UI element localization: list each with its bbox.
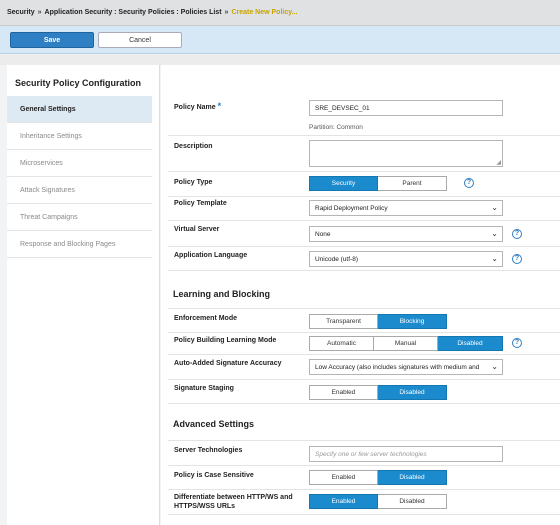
save-button[interactable]: Save xyxy=(10,32,94,48)
virtual-server-select[interactable]: None ⌄ xyxy=(309,226,503,242)
required-asterisk: * xyxy=(217,101,222,111)
sidebar-item-attack-signatures[interactable]: Attack Signatures xyxy=(7,177,152,204)
main-panel: Policy Name * SRE_DEVSEC_01 Partition: C… xyxy=(161,65,560,525)
sidebar-item-response-blocking-pages[interactable]: Response and Blocking Pages xyxy=(7,231,152,258)
description-textarea[interactable]: ◢ xyxy=(309,140,503,167)
resize-grip-icon[interactable]: ◢ xyxy=(496,159,501,166)
section-title-learning-blocking: Learning and Blocking xyxy=(173,289,271,299)
signature-accuracy-row: Auto-Added Signature Accuracy Low Accura… xyxy=(168,355,560,380)
question-circle-icon[interactable]: ? xyxy=(464,178,474,188)
breadcrumb-security[interactable]: Security xyxy=(7,9,35,16)
learning-mode-manual[interactable]: Manual xyxy=(374,336,438,351)
learning-mode-automatic[interactable]: Automatic xyxy=(309,336,374,351)
differentiate-enabled[interactable]: Enabled xyxy=(309,494,378,509)
chevron-down-icon: ⌄ xyxy=(491,362,498,371)
signature-staging-disabled[interactable]: Disabled xyxy=(378,385,447,400)
sidebar-item-general-settings[interactable]: General Settings xyxy=(7,96,152,123)
policy-template-row: Policy Template Rapid Deployment Policy ⌄ xyxy=(168,197,560,221)
breadcrumb-current: Create New Policy... xyxy=(231,9,298,16)
description-label: Description xyxy=(174,143,213,150)
breadcrumb-policies-list[interactable]: Application Security : Security Policies… xyxy=(45,9,222,16)
learning-mode-disabled[interactable]: Disabled xyxy=(438,336,503,351)
differentiate-urls-row: Differentiate between HTTP/WS and HTTPS/W… xyxy=(168,490,560,515)
sidebar-item-microservices[interactable]: Microservices xyxy=(7,150,152,177)
differentiate-disabled[interactable]: Disabled xyxy=(378,494,447,509)
enforcement-mode-label: Enforcement Mode xyxy=(174,315,238,322)
policy-template-label: Policy Template xyxy=(174,200,227,207)
action-bar: Save Cancel xyxy=(0,26,560,54)
sidebar-item-threat-campaigns[interactable]: Threat Campaigns xyxy=(7,204,152,231)
case-sensitive-toggle: Enabled Disabled xyxy=(309,470,447,485)
policy-template-select[interactable]: Rapid Deployment Policy ⌄ xyxy=(309,200,503,216)
sidebar: Security Policy Configuration General Se… xyxy=(7,65,160,525)
server-technologies-input[interactable]: Specify one or few server technologies xyxy=(309,446,503,462)
chevron-down-icon: ⌄ xyxy=(491,254,498,263)
case-sensitive-label: Policy is Case Sensitive xyxy=(174,472,254,479)
differentiate-urls-toggle: Enabled Disabled xyxy=(309,494,447,509)
case-sensitive-row: Policy is Case Sensitive Enabled Disable… xyxy=(168,466,560,490)
sidebar-item-inheritance-settings[interactable]: Inheritance Settings xyxy=(7,123,152,150)
policy-type-security[interactable]: Security xyxy=(309,176,378,191)
application-language-label: Application Language xyxy=(174,252,248,259)
question-circle-icon[interactable]: ? xyxy=(512,338,522,348)
question-circle-icon[interactable]: ? xyxy=(512,254,522,264)
learning-mode-row: Policy Building Learning Mode Automatic … xyxy=(168,333,560,355)
spacer xyxy=(0,55,560,65)
cancel-button[interactable]: Cancel xyxy=(98,32,182,48)
signature-accuracy-label: Auto-Added Signature Accuracy xyxy=(174,360,282,367)
signature-staging-label: Signature Staging xyxy=(174,385,234,392)
signature-staging-row: Signature Staging Enabled Disabled xyxy=(168,380,560,404)
signature-accuracy-select[interactable]: Low Accuracy (also includes signatures w… xyxy=(309,359,503,375)
policy-name-row: Policy Name * SRE_DEVSEC_01 Partition: C… xyxy=(168,93,560,136)
learning-mode-label: Policy Building Learning Mode xyxy=(174,337,277,344)
breadcrumb-separator: » xyxy=(37,9,42,16)
policy-name-input[interactable]: SRE_DEVSEC_01 xyxy=(309,100,503,116)
policy-name-label: Policy Name * xyxy=(174,101,222,112)
breadcrumb-separator: » xyxy=(224,9,229,16)
server-technologies-row: Server Technologies Specify one or few s… xyxy=(168,440,560,466)
sidebar-title: Security Policy Configuration xyxy=(15,78,142,88)
breadcrumb: Security » Application Security : Securi… xyxy=(0,0,560,26)
policy-type-parent[interactable]: Parent xyxy=(378,176,447,191)
server-technologies-label: Server Technologies xyxy=(174,447,243,454)
signature-staging-enabled[interactable]: Enabled xyxy=(309,385,378,400)
policy-type-row: Policy Type Security Parent ? xyxy=(168,172,560,197)
policy-type-label: Policy Type xyxy=(174,179,213,186)
enforcement-transparent[interactable]: Transparent xyxy=(309,314,378,329)
description-row: Description ◢ xyxy=(168,136,560,172)
enforcement-blocking[interactable]: Blocking xyxy=(378,314,447,329)
application-language-select[interactable]: Unicode (utf-8) ⌄ xyxy=(309,251,503,267)
enforcement-mode-row: Enforcement Mode Transparent Blocking xyxy=(168,308,560,333)
case-sensitive-disabled[interactable]: Disabled xyxy=(378,470,447,485)
virtual-server-label: Virtual Server xyxy=(174,226,220,233)
case-sensitive-enabled[interactable]: Enabled xyxy=(309,470,378,485)
differentiate-urls-label: Differentiate between HTTP/WS and HTTPS/W… xyxy=(174,494,293,510)
virtual-server-row: Virtual Server None ⌄ ? xyxy=(168,221,560,247)
policy-type-toggle: Security Parent xyxy=(309,176,447,191)
learning-mode-toggle: Automatic Manual Disabled xyxy=(309,336,503,351)
chevron-down-icon: ⌄ xyxy=(491,203,498,212)
question-circle-icon[interactable]: ? xyxy=(512,229,522,239)
enforcement-mode-toggle: Transparent Blocking xyxy=(309,314,447,329)
partition-text: Partition: Common xyxy=(309,124,363,131)
chevron-down-icon: ⌄ xyxy=(491,229,498,238)
section-title-advanced-settings: Advanced Settings xyxy=(173,419,255,429)
signature-staging-toggle: Enabled Disabled xyxy=(309,385,447,400)
application-language-row: Application Language Unicode (utf-8) ⌄ ? xyxy=(168,247,560,271)
